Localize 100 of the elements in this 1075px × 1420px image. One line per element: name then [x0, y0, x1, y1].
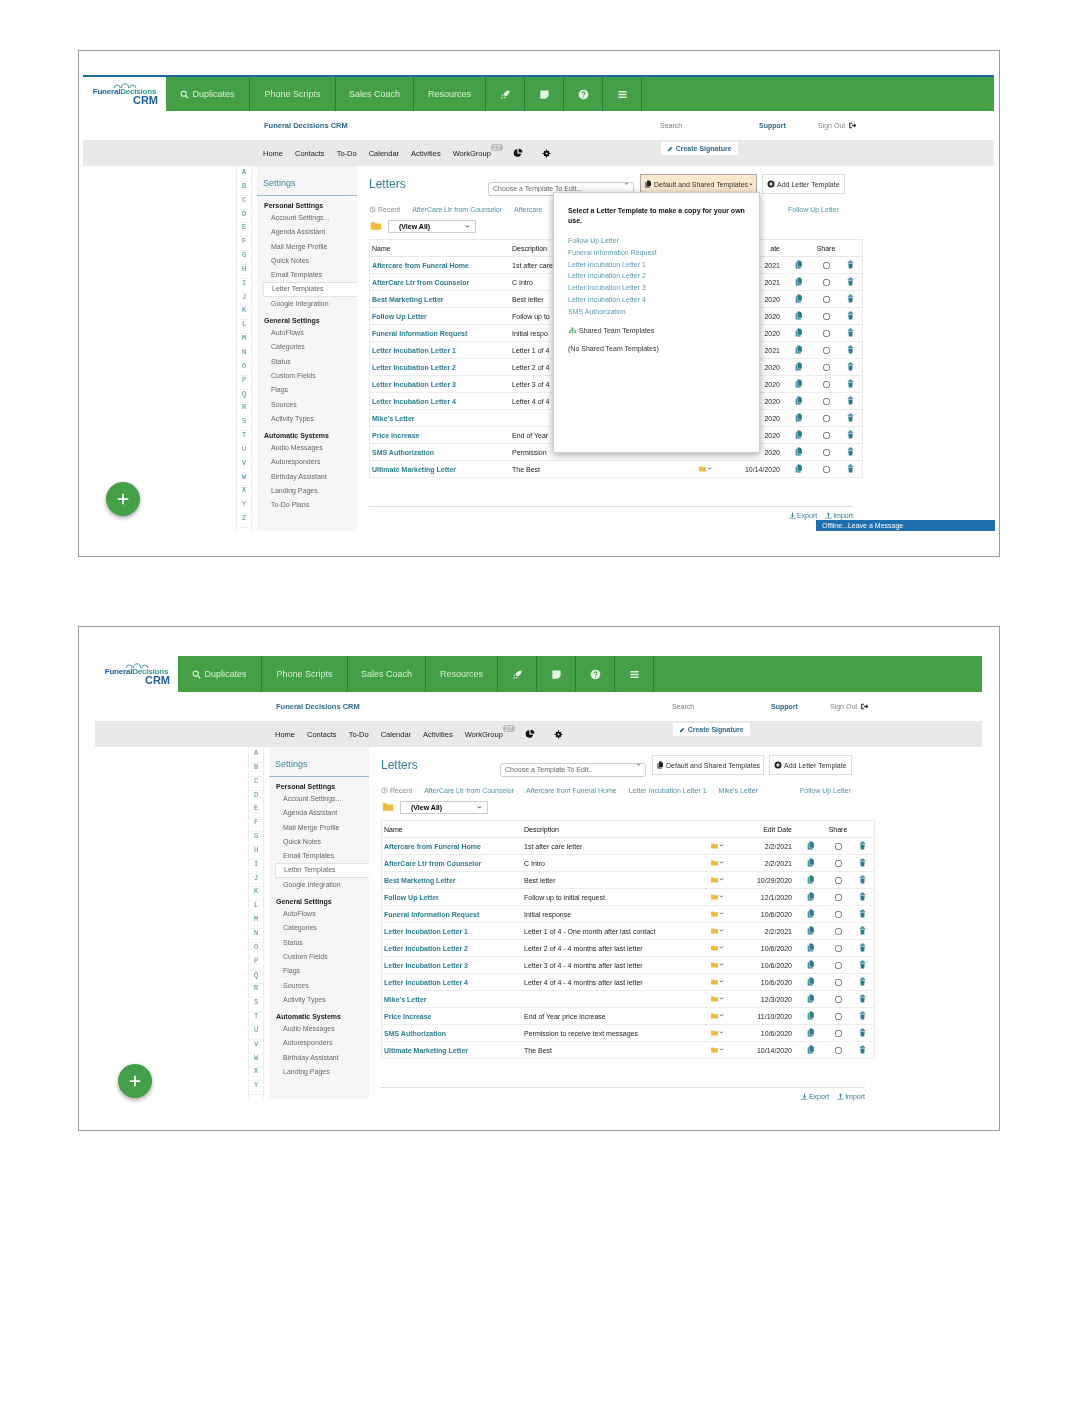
nav-tab[interactable]: Duplicates [166, 77, 250, 111]
add-button[interactable] [106, 482, 140, 516]
nav-tab[interactable]: Resources [426, 656, 498, 692]
trash-icon [857, 909, 867, 918]
copy-button[interactable] [805, 909, 815, 918]
copy-button[interactable] [805, 1028, 815, 1037]
copy-button[interactable] [805, 926, 815, 935]
chevron-down-icon [477, 804, 482, 810]
copy-button[interactable] [805, 841, 815, 850]
nav-tab[interactable]: Resources [414, 77, 486, 111]
delete-button[interactable] [845, 362, 855, 371]
share-checkbox[interactable] [822, 448, 830, 456]
copy-button[interactable] [805, 1045, 815, 1054]
nav-tab[interactable]: Sales Coach [348, 656, 426, 692]
delete-button[interactable] [857, 960, 867, 969]
copy-button[interactable] [805, 960, 815, 969]
rocket-icon [499, 88, 511, 100]
copy-button[interactable] [793, 413, 803, 422]
share-checkbox[interactable] [822, 295, 830, 303]
share-checkbox[interactable] [822, 380, 830, 388]
share-checkbox[interactable] [834, 961, 842, 969]
share-checkbox[interactable] [834, 910, 842, 918]
share-checkbox[interactable] [822, 346, 830, 354]
delete-button[interactable] [845, 413, 855, 422]
delete-button[interactable] [845, 294, 855, 303]
copy-button[interactable] [793, 345, 803, 354]
copy-button[interactable] [793, 464, 803, 473]
share-checkbox[interactable] [834, 995, 842, 1003]
documents-icon [793, 277, 803, 286]
delete-button[interactable] [857, 943, 867, 952]
add-button[interactable] [118, 1064, 152, 1098]
copy-button[interactable] [793, 294, 803, 303]
copy-button[interactable] [805, 994, 815, 1003]
delete-button[interactable] [845, 379, 855, 388]
share-checkbox[interactable] [834, 893, 842, 901]
delete-button[interactable] [845, 328, 855, 337]
share-checkbox[interactable] [822, 465, 830, 473]
delete-button[interactable] [857, 858, 867, 867]
delete-button[interactable] [857, 841, 867, 850]
copy-button[interactable] [793, 362, 803, 371]
delete-button[interactable] [857, 909, 867, 918]
documents-icon [805, 858, 815, 867]
share-checkbox[interactable] [822, 397, 830, 405]
nav-tab[interactable]: Sales Coach [336, 77, 414, 111]
share-checkbox[interactable] [822, 278, 830, 286]
delete-button[interactable] [845, 345, 855, 354]
share-checkbox[interactable] [822, 363, 830, 371]
share-checkbox[interactable] [834, 1046, 842, 1054]
delete-button[interactable] [857, 1045, 867, 1054]
delete-button[interactable] [857, 892, 867, 901]
delete-button[interactable] [845, 260, 855, 269]
sign-out-icon [848, 121, 858, 130]
note-icon [538, 88, 550, 100]
delete-button[interactable] [857, 926, 867, 935]
copy-button[interactable] [805, 875, 815, 884]
delete-button[interactable] [857, 1028, 867, 1037]
documents-icon [793, 362, 803, 371]
trash-icon [845, 379, 855, 388]
nav-tab[interactable]: Phone Scripts [250, 77, 336, 111]
delete-button[interactable] [845, 277, 855, 286]
share-checkbox[interactable] [834, 944, 842, 952]
copy-button[interactable] [793, 328, 803, 337]
copy-button[interactable] [793, 260, 803, 269]
share-checkbox[interactable] [834, 978, 842, 986]
copy-button[interactable] [793, 447, 803, 456]
copy-button[interactable] [793, 396, 803, 405]
copy-button[interactable] [793, 277, 803, 286]
nav-tab[interactable]: Phone Scripts [262, 656, 348, 692]
share-checkbox[interactable] [834, 842, 842, 850]
delete-button[interactable] [845, 447, 855, 456]
delete-button[interactable] [857, 977, 867, 986]
copy-button[interactable] [793, 430, 803, 439]
copy-button[interactable] [793, 311, 803, 320]
copy-button[interactable] [805, 1011, 815, 1020]
copy-button[interactable] [805, 977, 815, 986]
delete-button[interactable] [845, 396, 855, 405]
share-checkbox[interactable] [822, 261, 830, 269]
share-checkbox[interactable] [822, 329, 830, 337]
share-checkbox[interactable] [834, 1029, 842, 1037]
copy-button[interactable] [793, 379, 803, 388]
delete-button[interactable] [857, 875, 867, 884]
trash-icon [845, 464, 855, 473]
delete-button[interactable] [845, 464, 855, 473]
copy-button[interactable] [805, 892, 815, 901]
delete-button[interactable] [845, 430, 855, 439]
share-checkbox[interactable] [834, 859, 842, 867]
delete-button[interactable] [857, 994, 867, 1003]
nav-tab[interactable]: Duplicates [178, 656, 262, 692]
share-checkbox[interactable] [822, 431, 830, 439]
delete-button[interactable] [845, 311, 855, 320]
share-checkbox[interactable] [834, 927, 842, 935]
copy-button[interactable] [805, 858, 815, 867]
chevron-down-icon [719, 1030, 724, 1035]
download-icon [788, 512, 796, 519]
delete-button[interactable] [857, 1011, 867, 1020]
share-checkbox[interactable] [822, 414, 830, 422]
share-checkbox[interactable] [834, 876, 842, 884]
copy-button[interactable] [805, 943, 815, 952]
share-checkbox[interactable] [822, 312, 830, 320]
share-checkbox[interactable] [834, 1012, 842, 1020]
